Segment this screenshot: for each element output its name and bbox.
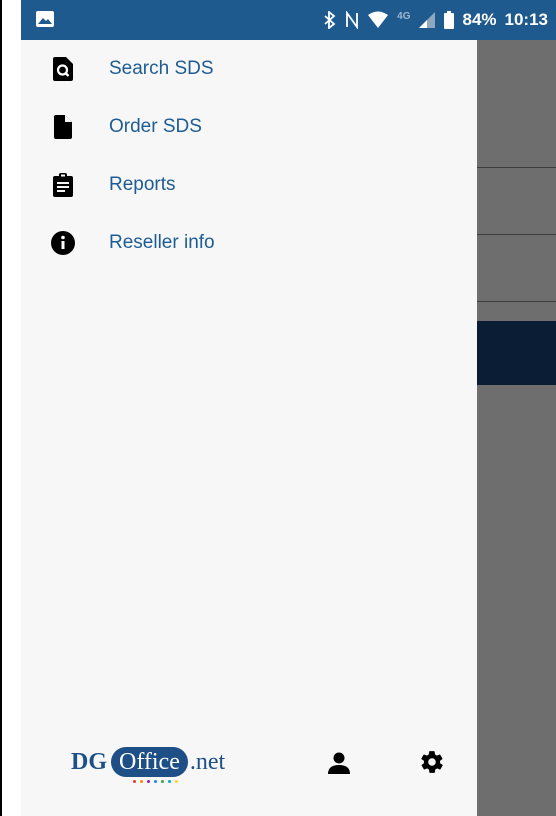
menu-item-label: Order SDS <box>109 116 202 137</box>
clock: 10:13 <box>504 10 548 29</box>
menu-item-reports[interactable]: Reports <box>21 156 477 214</box>
battery-icon <box>444 11 455 29</box>
background-divider <box>477 301 556 302</box>
dgoffice-logo: DG Office .net <box>71 742 226 783</box>
screen: 4G 84% 10:13 Search SDS Order SDS Report… <box>21 0 556 816</box>
user-profile-button[interactable] <box>324 750 354 780</box>
search-document-icon <box>51 57 75 81</box>
network-type: 4G <box>397 10 411 22</box>
logo-office-text: Office <box>111 747 188 777</box>
background-divider <box>477 234 556 235</box>
menu-item-label: Reseller info <box>109 232 215 253</box>
logo-net-text: .net <box>189 748 226 775</box>
menu-item-search-sds[interactable]: Search SDS <box>21 40 477 98</box>
info-icon <box>51 231 75 255</box>
gear-icon <box>419 749 445 780</box>
background-header-block <box>477 321 556 385</box>
document-icon <box>51 115 75 139</box>
navigation-drawer: Search SDS Order SDS Reports Reseller in… <box>21 40 477 816</box>
signal-icon <box>418 11 436 29</box>
device-frame: 4G 84% 10:13 Search SDS Order SDS Report… <box>0 0 556 816</box>
settings-button[interactable] <box>417 749 447 779</box>
drawer-scrim[interactable] <box>477 40 556 816</box>
background-divider <box>477 167 556 168</box>
bluetooth-icon <box>323 11 337 29</box>
user-icon <box>328 752 350 779</box>
menu-item-order-sds[interactable]: Order SDS <box>21 98 477 156</box>
battery-percent: 84% <box>462 10 497 29</box>
logo-dots <box>133 780 178 783</box>
clipboard-icon <box>51 173 75 197</box>
status-icons: 4G 84% 10:13 <box>323 0 548 40</box>
gallery-icon <box>35 10 55 33</box>
menu-item-reseller-info[interactable]: Reseller info <box>21 214 477 272</box>
wifi-icon <box>367 11 389 29</box>
menu-item-label: Search SDS <box>109 58 214 79</box>
menu-item-label: Reports <box>109 174 176 195</box>
logo-dg-text: DG <box>71 748 107 775</box>
status-bar: 4G 84% 10:13 <box>21 0 556 40</box>
nfc-icon <box>345 11 359 29</box>
